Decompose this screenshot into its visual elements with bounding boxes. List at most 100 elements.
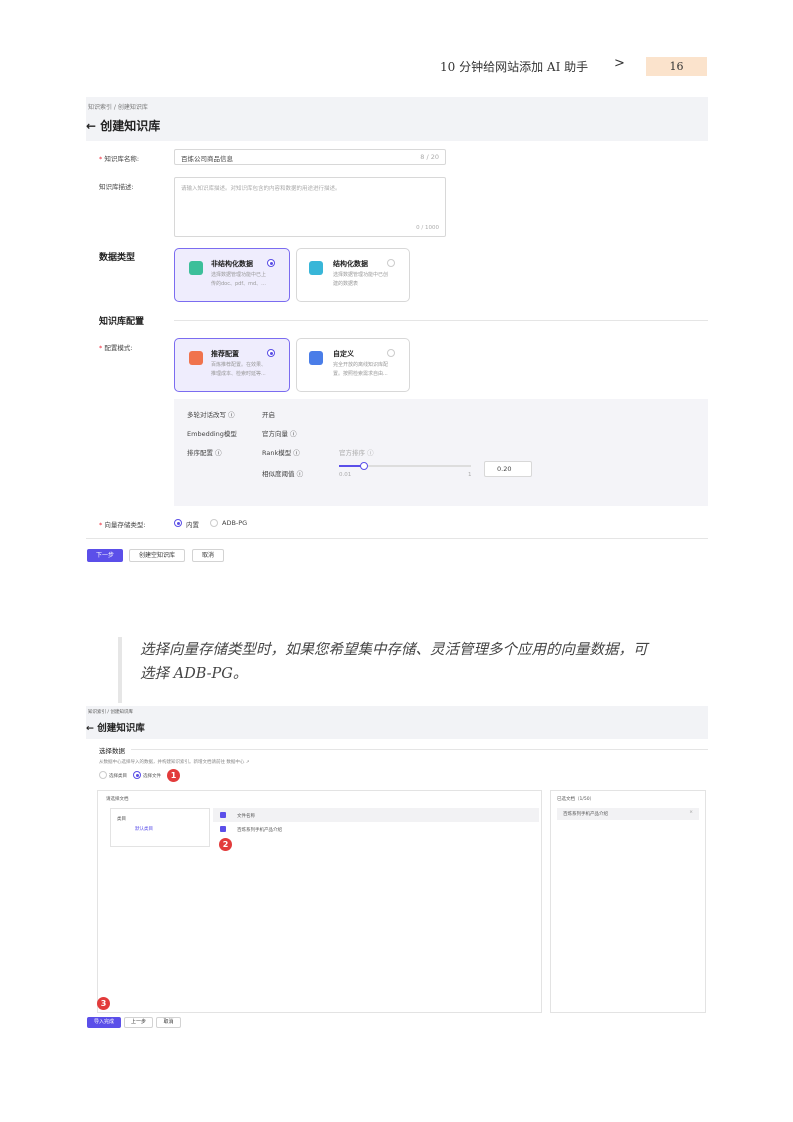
category-tree: 类目 默认类目 <box>110 808 210 847</box>
opt-category-label: 选择类目 <box>109 774 127 779</box>
card-title: 非结构化数据 <box>211 260 253 268</box>
card-desc: 建的数据表 <box>333 281 359 287</box>
slider-handle[interactable] <box>360 462 368 470</box>
rank-model-label: Rank模型 ⓘ <box>262 449 300 457</box>
desc-count: 0 / 1000 <box>416 225 439 231</box>
card-desc: 推理成本、检索时延等... <box>211 371 266 377</box>
file-name: 百炼系列手机产品介绍 <box>237 828 282 833</box>
page-title[interactable]: ← 创建知识库 <box>86 117 160 134</box>
name-count: 8 / 20 <box>420 153 439 161</box>
selected-docs-panel: 已选文档（1/50） 百炼系列手机产品介绍 × <box>550 790 706 1013</box>
rewrite-label: 多轮对话改写 ⓘ <box>187 411 235 419</box>
rank-label: 排序配置 ⓘ <box>187 449 222 457</box>
breadcrumb[interactable]: 知识索引 / 创建知识库 <box>88 102 148 111</box>
marker-2: 2 <box>219 838 232 851</box>
desc-label: 知识库描述: <box>99 183 134 191</box>
database-icon <box>309 351 323 365</box>
marker-1: 1 <box>167 769 180 782</box>
embedding-label: Embedding模型 <box>187 430 237 438</box>
running-header-title: 10 分钟给网站添加 AI 助手 <box>440 60 589 74</box>
prev-button[interactable]: 上一步 <box>124 1017 153 1028</box>
row-checkbox[interactable] <box>220 826 226 832</box>
config-detail-panel: 多轮对话改写 ⓘ 开启 Embedding模型 官方向量 ⓘ 排序配置 ⓘ Ra… <box>174 399 708 506</box>
slider-max: 1 <box>468 472 472 478</box>
radio-selected[interactable] <box>267 259 275 267</box>
card-unstructured[interactable]: 非结构化数据 选择数据管理功能中已上 传的doc、pdf、md、... <box>174 248 290 302</box>
radio-unselected[interactable] <box>387 349 395 357</box>
card-desc: 选择数据管理功能中已上 <box>211 272 267 278</box>
quote-text: 选择向量存储类型时，如果您希望集中存储、灵活管理多个应用的向量数据，可 选择 A… <box>140 638 710 686</box>
next-button[interactable]: 下一步 <box>87 549 123 562</box>
card-structured[interactable]: 结构化数据 选择数据管理功能中已创 建的数据表 <box>296 248 410 302</box>
table-row[interactable]: 百炼系列手机产品介绍 <box>213 823 539 835</box>
recommended-config-icon <box>189 351 203 365</box>
similarity-input[interactable]: 0.20 <box>484 461 532 477</box>
opt-file-label: 选择文件 <box>143 774 161 779</box>
card-desc: 传的doc、pdf、md、... <box>211 281 266 287</box>
radio-unselected[interactable] <box>387 259 395 267</box>
card-title: 结构化数据 <box>333 260 368 268</box>
quote-bar <box>118 637 122 703</box>
similarity-label: 相似度阈值 ⓘ <box>262 470 304 478</box>
name-field[interactable]: 百炼公司商品信息 8 / 20 <box>174 149 446 165</box>
breadcrumb[interactable]: 知识索引 / 创建知识库 <box>88 709 133 715</box>
card-desc: 百炼推荐配置。在效果、 <box>211 362 267 368</box>
name-value: 百炼公司商品信息 <box>181 155 233 163</box>
category-label: 类目 <box>117 817 126 822</box>
cancel-button[interactable]: 取消 <box>156 1017 181 1028</box>
file-table-header: 文件名称 <box>213 808 539 822</box>
mode-label: * 配置模式: <box>99 344 133 352</box>
radio-file[interactable] <box>133 771 141 779</box>
default-category-item[interactable]: 默认类目 <box>135 826 153 832</box>
quote-line: 选择 ADB-PG。 <box>140 666 248 682</box>
selected-title: 已选文档（1/50） <box>557 797 595 802</box>
select-all-checkbox[interactable] <box>220 812 226 818</box>
rewrite-value: 开启 <box>262 411 275 419</box>
selected-file-name: 百炼系列手机产品介绍 <box>563 812 608 817</box>
radio-category[interactable] <box>99 771 107 779</box>
config-heading: 知识库配置 <box>99 317 145 327</box>
divider <box>86 538 708 539</box>
data-type-heading: 数据类型 <box>99 253 136 263</box>
page-header <box>86 97 708 141</box>
slider-track[interactable] <box>339 462 471 470</box>
close-icon[interactable]: × <box>689 810 693 815</box>
name-label: * 知识库名称: <box>99 155 140 163</box>
unstructured-data-icon <box>189 261 203 275</box>
hint-text: 从数据中心选择导入的数据，并构建知识索引。新增文档请前往 数据中心 ↗ <box>99 760 250 765</box>
storage-adbpg-label: ADB-PG <box>222 519 248 527</box>
create-empty-button[interactable]: 创建空知识库 <box>129 549 185 562</box>
desc-placeholder: 请输入知识库描述。对知识库包含的内容和数据的用途进行描述。 <box>181 186 341 192</box>
card-desc: 完全开放的离线知识库配 <box>333 362 389 368</box>
embedding-value: 官方向量 ⓘ <box>262 430 297 438</box>
desc-field[interactable]: 请输入知识库描述。对知识库包含的内容和数据的用途进行描述。 0 / 1000 <box>174 177 446 237</box>
radio-builtin[interactable] <box>174 519 182 527</box>
radio-selected[interactable] <box>267 349 275 357</box>
marker-3: 3 <box>97 997 110 1010</box>
card-title: 推荐配置 <box>211 350 239 358</box>
cancel-button[interactable]: 取消 <box>192 549 224 562</box>
divider <box>131 749 708 750</box>
divider <box>174 320 708 321</box>
card-desc: 置。按照检索需求自由... <box>333 371 388 377</box>
selected-item: 百炼系列手机产品介绍 × <box>557 808 699 820</box>
page-number: 16 <box>646 57 707 76</box>
page-title[interactable]: ← 创建知识库 <box>86 720 145 734</box>
col-filename: 文件名称 <box>237 814 255 819</box>
card-recommended[interactable]: 推荐配置 百炼推荐配置。在效果、 推理成本、检索时延等... <box>174 338 290 392</box>
quote-line: 选择向量存储类型时，如果您希望集中存储、灵活管理多个应用的向量数据，可 <box>140 642 648 658</box>
document-picker: 请选择文档 类目 默认类目 文件名称 百炼系列手机产品介绍 2 <box>97 790 542 1013</box>
card-custom[interactable]: 自定义 完全开放的离线知识库配 置。按照检索需求自由... <box>296 338 410 392</box>
similarity-value: 0.20 <box>497 465 512 473</box>
chevron-right-icon: > <box>614 56 625 71</box>
rank-model-value: 官方排序 ⓘ <box>339 449 374 457</box>
please-select-label: 请选择文档 <box>106 797 129 802</box>
radio-adbpg[interactable] <box>210 519 218 527</box>
screenshot-select-data: 知识索引 / 创建知识库 ← 创建知识库 选择数据 从数据中心选择导入的数据，并… <box>86 706 708 1033</box>
card-desc: 选择数据管理功能中已创 <box>333 272 389 278</box>
storage-label: * 向量存储类型: <box>99 521 146 529</box>
import-done-button[interactable]: 导入完成 <box>87 1017 121 1028</box>
slider-min: 0.01 <box>339 472 352 478</box>
select-data-heading: 选择数据 <box>99 747 125 755</box>
storage-builtin-label: 内置 <box>186 521 199 529</box>
